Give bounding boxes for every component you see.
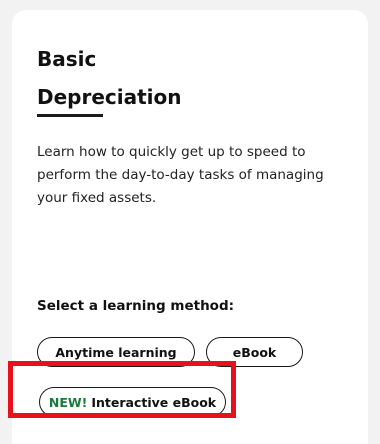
course-title: Basic Depreciation	[37, 40, 182, 116]
new-badge: NEW!	[48, 394, 88, 410]
course-card: Basic Depreciation Learn how to quickly …	[12, 10, 368, 444]
interactive-ebook-button[interactable]: NEW! Interactive eBook	[39, 387, 226, 417]
course-description: Learn how to quickly get up to speed to …	[37, 144, 324, 206]
course-title-line-1: Basic	[37, 47, 97, 71]
ebook-button[interactable]: eBook	[206, 337, 303, 367]
interactive-ebook-label: Interactive eBook	[91, 394, 217, 410]
course-title-line-2: Depreciation	[37, 85, 182, 109]
ebook-label: eBook	[232, 344, 277, 360]
anytime-learning-label: Anytime learning	[55, 344, 177, 360]
title-underline	[37, 114, 103, 117]
learning-method-label: Select a learning method:	[37, 298, 235, 314]
anytime-learning-button[interactable]: Anytime learning	[37, 337, 195, 367]
